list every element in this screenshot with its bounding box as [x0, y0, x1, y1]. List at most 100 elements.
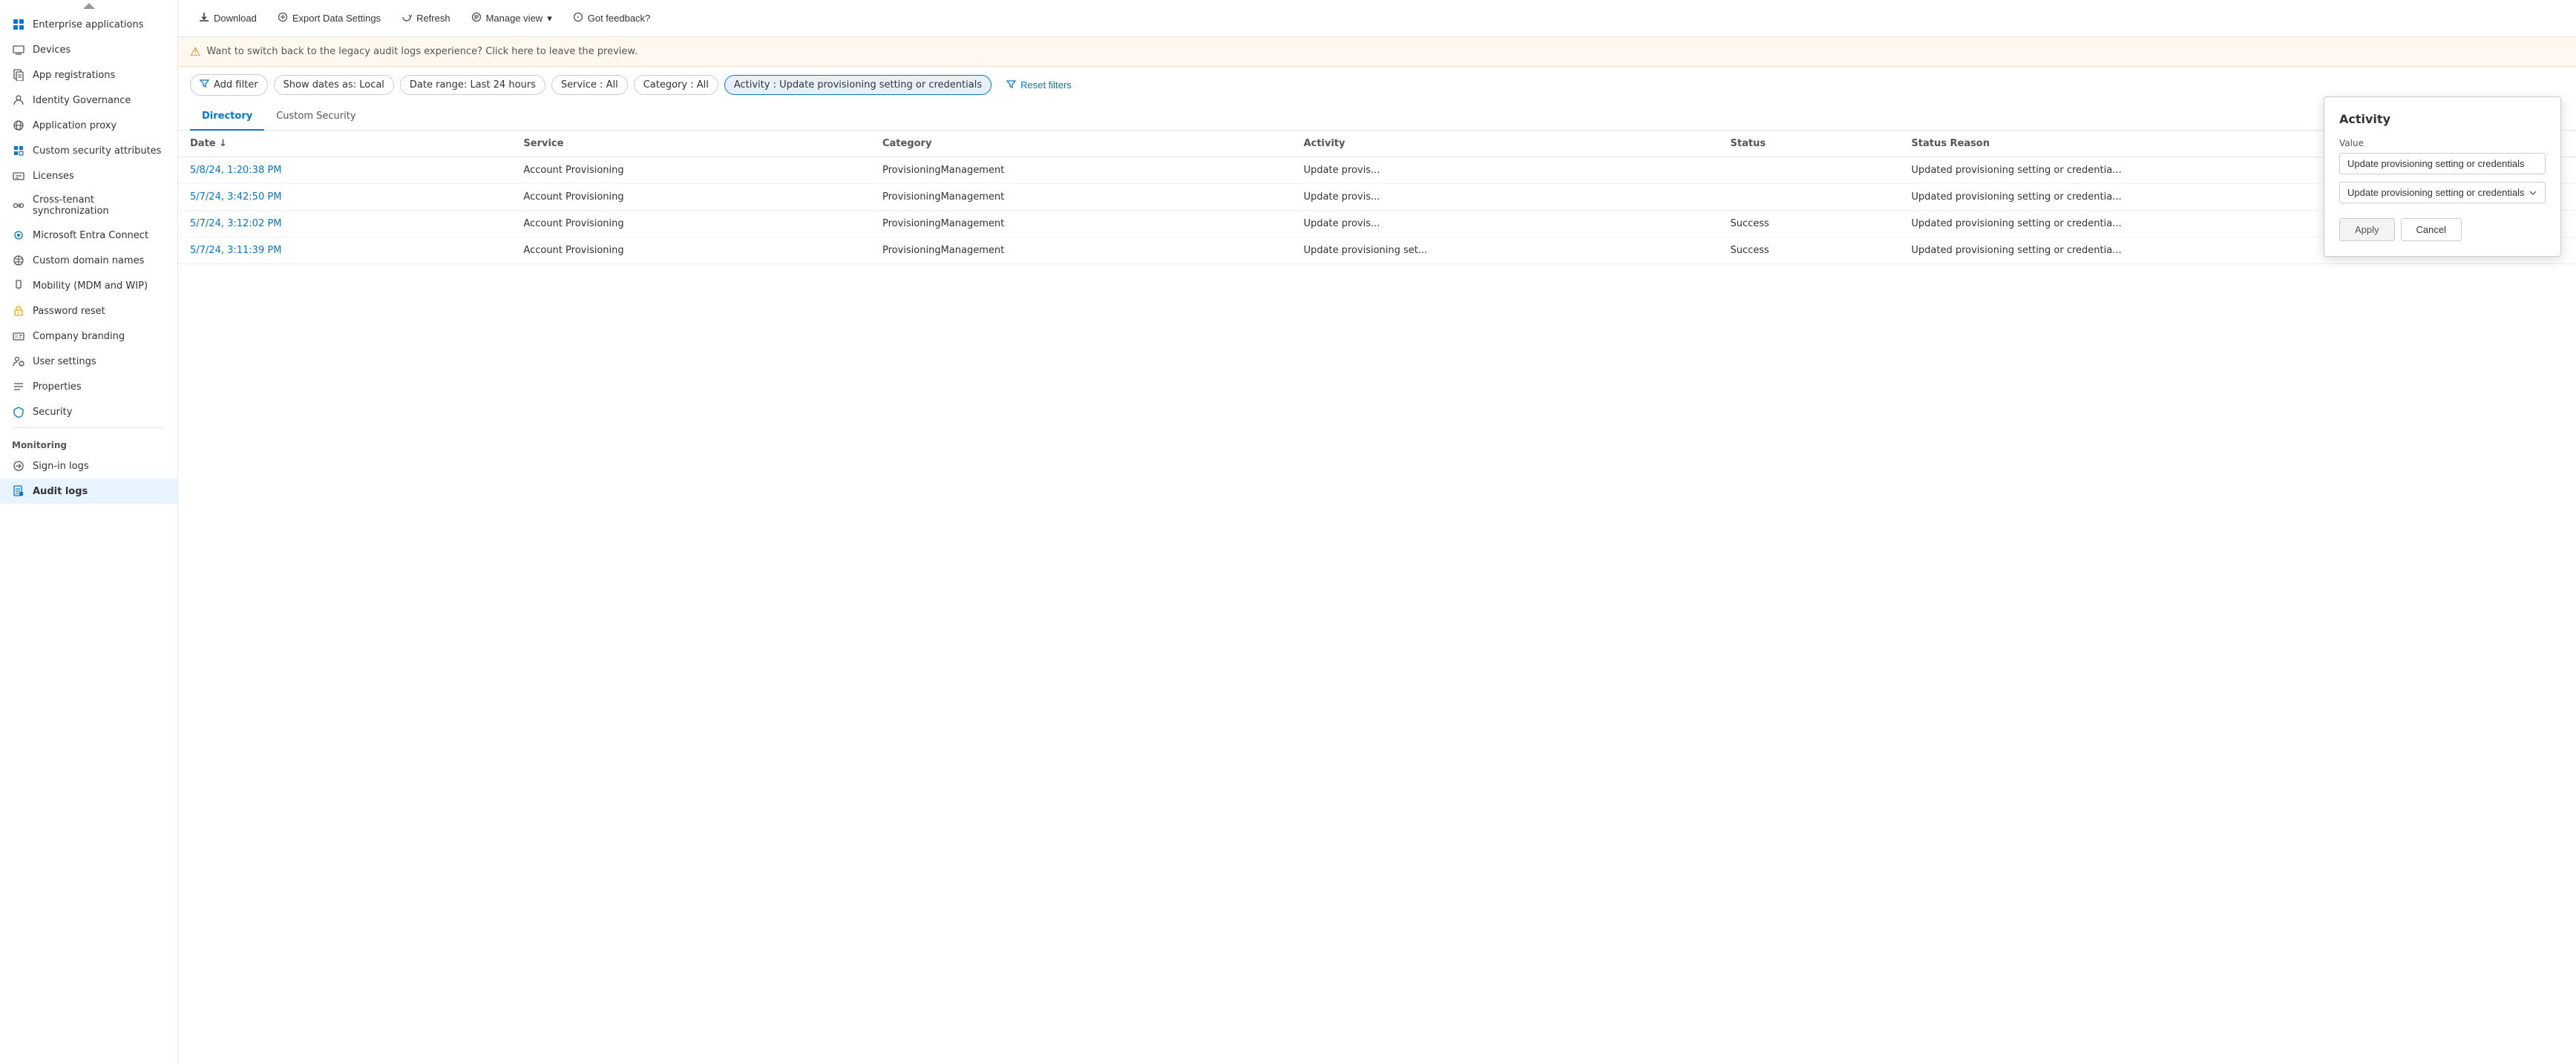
cell-date-1: 5/7/24, 3:42:50 PM: [178, 184, 511, 211]
add-filter-label: Add filter: [214, 79, 258, 91]
main-content: Download Export Data Settings Refresh Ma…: [178, 0, 2576, 1064]
sidebar-item-label: Password reset: [33, 306, 105, 317]
sidebar-item-application-proxy[interactable]: Application proxy: [0, 113, 177, 138]
sidebar-item-label: Properties: [33, 381, 82, 393]
popup-value-label: Value: [2339, 138, 2546, 148]
sidebar-item-label: Sign-in logs: [33, 461, 89, 472]
sidebar-item-audit-logs[interactable]: Audit logs: [0, 479, 177, 504]
cell-category-2: ProvisioningManagement: [871, 211, 1291, 237]
add-filter-chip[interactable]: Add filter: [190, 74, 268, 96]
date-range-label: Date range: Last 24 hours: [410, 79, 536, 91]
sidebar-item-app-registrations[interactable]: App registrations: [0, 62, 177, 88]
export-icon: [278, 12, 288, 24]
date-link-2[interactable]: 5/7/24, 3:12:02 PM: [190, 218, 281, 229]
feedback-label: Got feedback?: [588, 13, 651, 24]
cell-service-0: Account Provisioning: [511, 157, 871, 184]
sidebar-item-label: Cross-tenant synchronization: [33, 194, 165, 217]
activity-popup: Activity Value Update provisioning setti…: [2324, 96, 2561, 257]
date-range-chip[interactable]: Date range: Last 24 hours: [400, 75, 545, 95]
entra-connect-icon: [12, 229, 25, 242]
warning-icon: ⚠: [190, 45, 200, 59]
col-header-service[interactable]: Service: [511, 131, 871, 157]
activity-chip[interactable]: Activity : Update provisioning setting o…: [724, 75, 992, 95]
sidebar-item-entra-connect[interactable]: Microsoft Entra Connect: [0, 223, 177, 248]
popup-buttons: Apply Cancel: [2339, 218, 2546, 241]
show-dates-label: Show dates as: Local: [284, 79, 384, 91]
mobility-icon: [12, 279, 25, 292]
col-header-date[interactable]: Date ↓: [178, 131, 511, 157]
feedback-button[interactable]: Got feedback?: [564, 7, 660, 29]
cell-activity-3: Update provisioning set...: [1291, 237, 1718, 264]
app-proxy-icon: [12, 119, 25, 132]
date-link-3[interactable]: 5/7/24, 3:11:39 PM: [190, 245, 281, 256]
date-link-1[interactable]: 5/7/24, 3:42:50 PM: [190, 191, 281, 203]
sidebar-item-label: Mobility (MDM and WIP): [33, 280, 148, 292]
cell-service-1: Account Provisioning: [511, 184, 871, 211]
custom-sec-icon: [12, 144, 25, 157]
sidebar-item-label: User settings: [33, 356, 96, 367]
sidebar-item-licenses[interactable]: Licenses: [0, 163, 177, 188]
tab-directory[interactable]: Directory: [190, 103, 264, 131]
user-settings-icon: [12, 355, 25, 368]
col-header-category[interactable]: Category: [871, 131, 1291, 157]
device-icon: [12, 43, 25, 56]
filter-icon: [200, 79, 209, 91]
sidebar-item-custom-domain-names[interactable]: Custom domain names: [0, 248, 177, 273]
sidebar-item-company-branding[interactable]: Company branding: [0, 324, 177, 349]
table-row: 5/7/24, 3:11:39 PM Account Provisioning …: [178, 237, 2576, 264]
popup-activity-select[interactable]: Update provisioning setting or credentia…: [2339, 182, 2546, 203]
sidebar: Enterprise applications Devices App regi…: [0, 0, 178, 1064]
activity-label: Activity : Update provisioning setting o…: [734, 79, 982, 91]
sidebar-item-label: Devices: [33, 45, 71, 56]
reset-filters-label: Reset filters: [1020, 79, 1072, 91]
refresh-icon: [402, 12, 412, 24]
download-button[interactable]: Download: [190, 7, 266, 29]
show-dates-chip[interactable]: Show dates as: Local: [274, 75, 394, 95]
id-gov-icon: [12, 93, 25, 107]
cell-date-0: 5/8/24, 1:20:38 PM: [178, 157, 511, 184]
sidebar-item-label: Microsoft Entra Connect: [33, 230, 148, 241]
popup-cancel-button[interactable]: Cancel: [2401, 218, 2462, 241]
sidebar-item-label: Enterprise applications: [33, 19, 144, 30]
sidebar-item-security[interactable]: Security: [0, 399, 177, 424]
sidebar-item-enterprise-applications[interactable]: Enterprise applications: [0, 12, 177, 37]
service-chip[interactable]: Service : All: [551, 75, 628, 95]
reset-filters-icon: [1006, 79, 1016, 91]
feedback-icon: [573, 12, 583, 24]
export-button[interactable]: Export Data Settings: [269, 7, 390, 29]
sidebar-item-password-reset[interactable]: Password reset: [0, 298, 177, 324]
cell-category-3: ProvisioningManagement: [871, 237, 1291, 264]
sidebar-item-cross-tenant[interactable]: Cross-tenant synchronization: [0, 188, 177, 223]
preview-banner[interactable]: ⚠ Want to switch back to the legacy audi…: [178, 37, 2576, 67]
export-label: Export Data Settings: [292, 13, 381, 24]
sidebar-item-custom-security-attributes[interactable]: Custom security attributes: [0, 138, 177, 163]
popup-apply-button[interactable]: Apply: [2339, 218, 2395, 241]
sidebar-item-sign-in-logs[interactable]: Sign-in logs: [0, 453, 177, 479]
signin-icon: [12, 459, 25, 473]
cell-category-0: ProvisioningManagement: [871, 157, 1291, 184]
manage-view-button[interactable]: Manage view ▾: [462, 7, 561, 29]
cell-date-2: 5/7/24, 3:12:02 PM: [178, 211, 511, 237]
refresh-button[interactable]: Refresh: [393, 7, 459, 29]
date-link-0[interactable]: 5/8/24, 1:20:38 PM: [190, 165, 281, 176]
cell-status-3: Success: [1719, 237, 1900, 264]
category-label: Category : All: [643, 79, 709, 91]
table-container: Date ↓ Service Category Activity Status: [178, 131, 2576, 1064]
sidebar-item-devices[interactable]: Devices: [0, 37, 177, 62]
reset-filters-button[interactable]: Reset filters: [997, 76, 1081, 95]
refresh-label: Refresh: [416, 13, 450, 24]
table-row: 5/7/24, 3:12:02 PM Account Provisioning …: [178, 211, 2576, 237]
sidebar-item-identity-governance[interactable]: Identity Governance: [0, 88, 177, 113]
toolbar: Download Export Data Settings Refresh Ma…: [178, 0, 2576, 37]
col-header-activity[interactable]: Activity: [1291, 131, 1718, 157]
sidebar-item-properties[interactable]: Properties: [0, 374, 177, 399]
cell-status-2: Success: [1719, 211, 1900, 237]
sidebar-item-mobility[interactable]: Mobility (MDM and WIP): [0, 273, 177, 298]
popup-value-input[interactable]: [2339, 153, 2546, 174]
col-header-status[interactable]: Status: [1719, 131, 1900, 157]
category-chip[interactable]: Category : All: [634, 75, 718, 95]
cell-activity-2: Update provis...: [1291, 211, 1718, 237]
tab-custom-security[interactable]: Custom Security: [264, 103, 367, 131]
audit-logs-table: Date ↓ Service Category Activity Status: [178, 131, 2576, 264]
sidebar-item-user-settings[interactable]: User settings: [0, 349, 177, 374]
